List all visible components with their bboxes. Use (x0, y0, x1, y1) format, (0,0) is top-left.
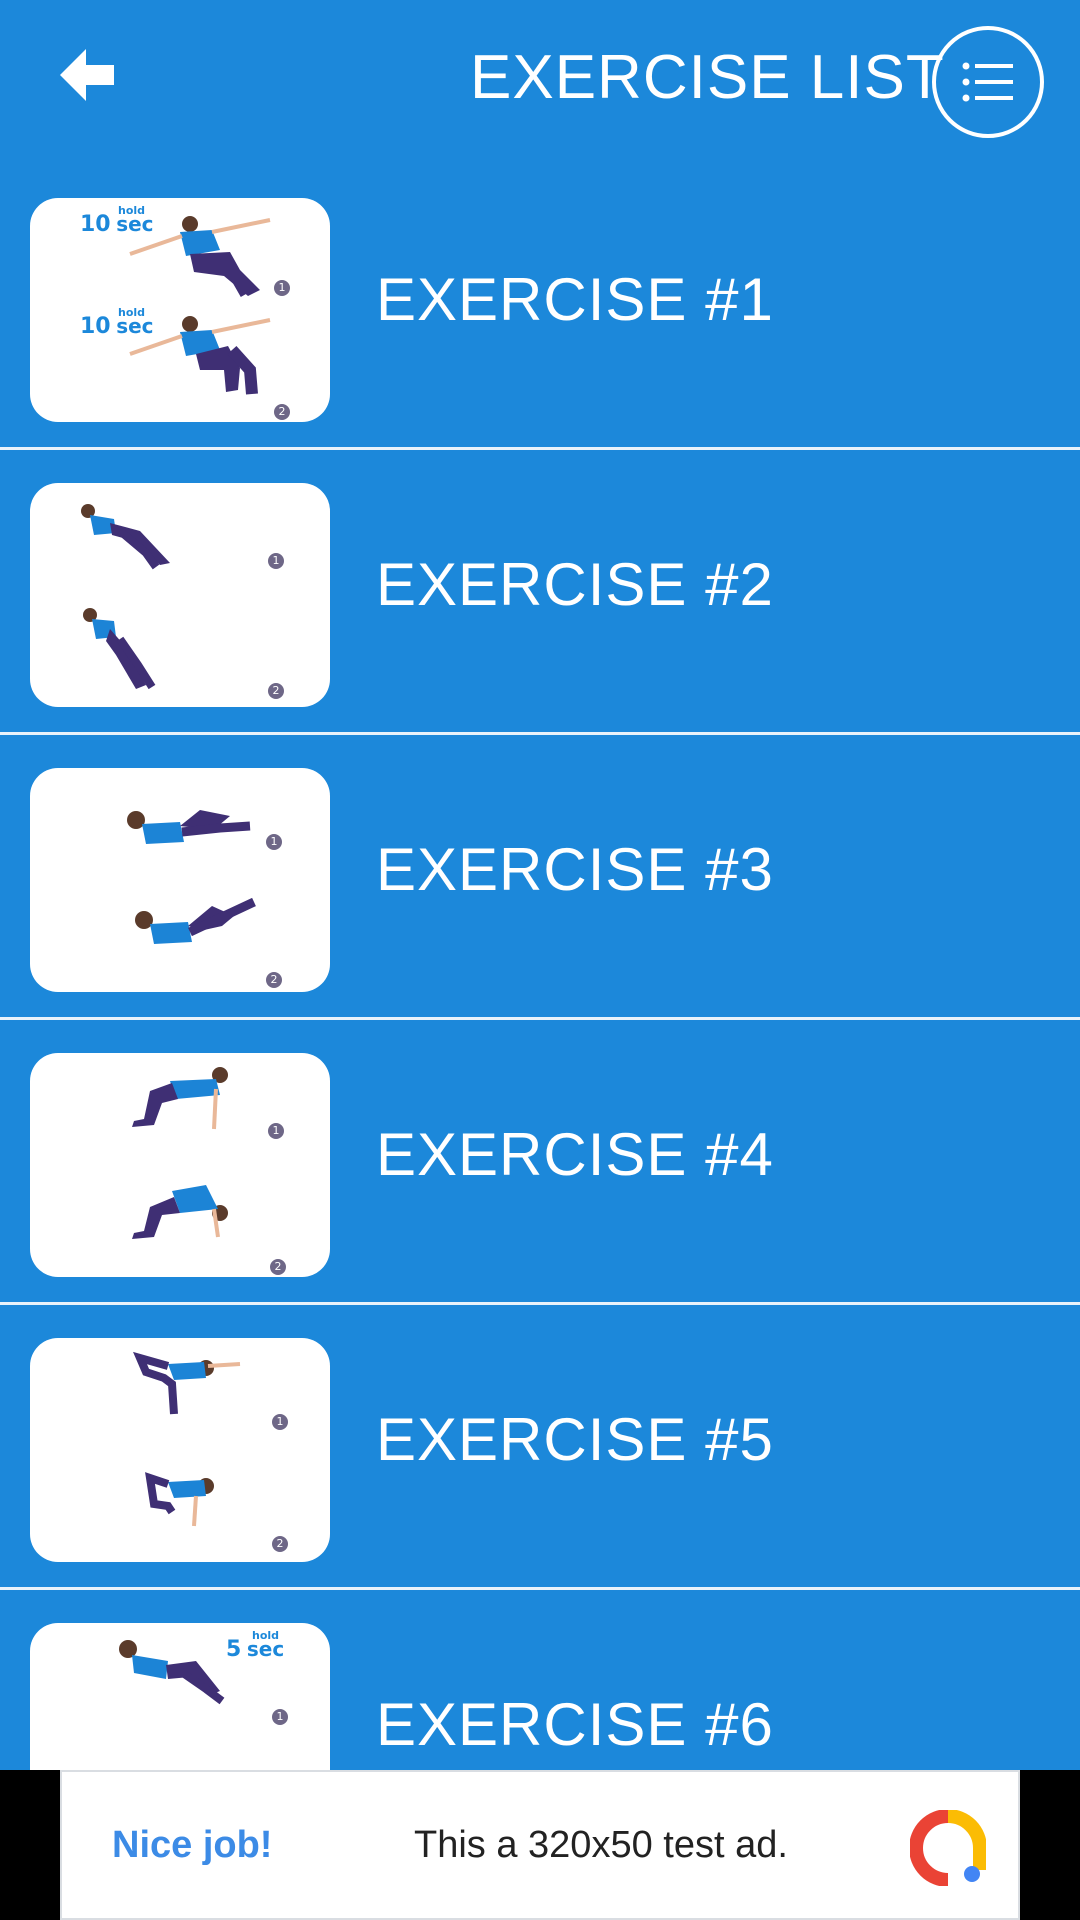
exercise-label: EXERCISE #3 (376, 836, 774, 903)
step-badge: 1 (272, 1709, 288, 1725)
exercise-thumbnail: 10 hold sec 10 hold sec 1 2 (30, 198, 330, 422)
exercise-row-3[interactable]: 1 2 EXERCISE #3 (0, 735, 1080, 1020)
exercise-figure (83, 608, 156, 690)
step-badge: 1 (272, 1414, 288, 1430)
exercise-list: 10 hold sec 10 hold sec 1 2 EXERCISE #1 … (0, 165, 1080, 1770)
ad-logo-icon (910, 1810, 986, 1886)
exercise-label: EXERCISE #1 (376, 266, 774, 333)
step-badge: 1 (274, 280, 290, 296)
step-badge: 1 (268, 1123, 284, 1139)
exercise-thumbnail: 1 2 (30, 768, 330, 992)
step-badge: 2 (272, 1536, 288, 1552)
back-button[interactable] (58, 45, 158, 125)
top-bar: EXERCISE LIST (0, 0, 1080, 165)
exercise-row-1[interactable]: 10 hold sec 10 hold sec 1 2 EXERCISE #1 (0, 165, 1080, 450)
exercise-figure (129, 216, 271, 297)
page-title: EXERCISE LIST (470, 43, 945, 112)
exercise-label: EXERCISE #5 (376, 1406, 774, 1473)
step-badge: 2 (270, 1259, 286, 1275)
exercise-figure (119, 1640, 225, 1705)
ad-content[interactable]: Nice job! This a 320x50 test ad. (60, 1770, 1020, 1920)
exercise-row-6[interactable]: 5 hold sec 1 EXERCISE #6 (0, 1590, 1080, 1770)
step-badge: 2 (266, 972, 282, 988)
step-badge: 1 (268, 553, 284, 569)
exercise-thumbnail: 1 2 (30, 1053, 330, 1277)
exercise-figure (133, 1351, 241, 1415)
exercise-row-2[interactable]: 1 2 EXERCISE #2 (0, 450, 1080, 735)
step-badge: 1 (266, 834, 282, 850)
list-menu-icon (962, 62, 1013, 102)
step-badge: 2 (268, 683, 284, 699)
exercise-figure (145, 1472, 214, 1527)
exercise-thumbnail: 1 2 (30, 483, 330, 707)
exercise-figure (127, 810, 251, 844)
exercise-label: EXERCISE #2 (376, 551, 774, 618)
ad-left-text: Nice job! (112, 1824, 273, 1866)
step-badge: 2 (274, 404, 290, 420)
back-arrow-icon (60, 49, 114, 101)
exercise-label: EXERCISE #6 (376, 1691, 774, 1758)
exercise-figure (132, 1185, 228, 1239)
exercise-figure (132, 1067, 228, 1130)
ad-banner[interactable]: Nice job! This a 320x50 test ad. (0, 1770, 1080, 1920)
exercise-thumbnail: 1 2 (30, 1338, 330, 1562)
exercise-row-5[interactable]: 1 2 EXERCISE #5 (0, 1305, 1080, 1590)
exercise-thumbnail: 5 hold sec 1 (30, 1623, 330, 1770)
hold-label: 10 hold sec (80, 306, 154, 339)
menu-button[interactable] (932, 26, 1044, 138)
exercise-figure (81, 504, 170, 570)
exercise-row-4[interactable]: 1 2 EXERCISE #4 (0, 1020, 1080, 1305)
exercise-label: EXERCISE #4 (376, 1121, 774, 1188)
ad-center-text: This a 320x50 test ad. (414, 1824, 788, 1866)
exercise-figure (135, 897, 256, 944)
